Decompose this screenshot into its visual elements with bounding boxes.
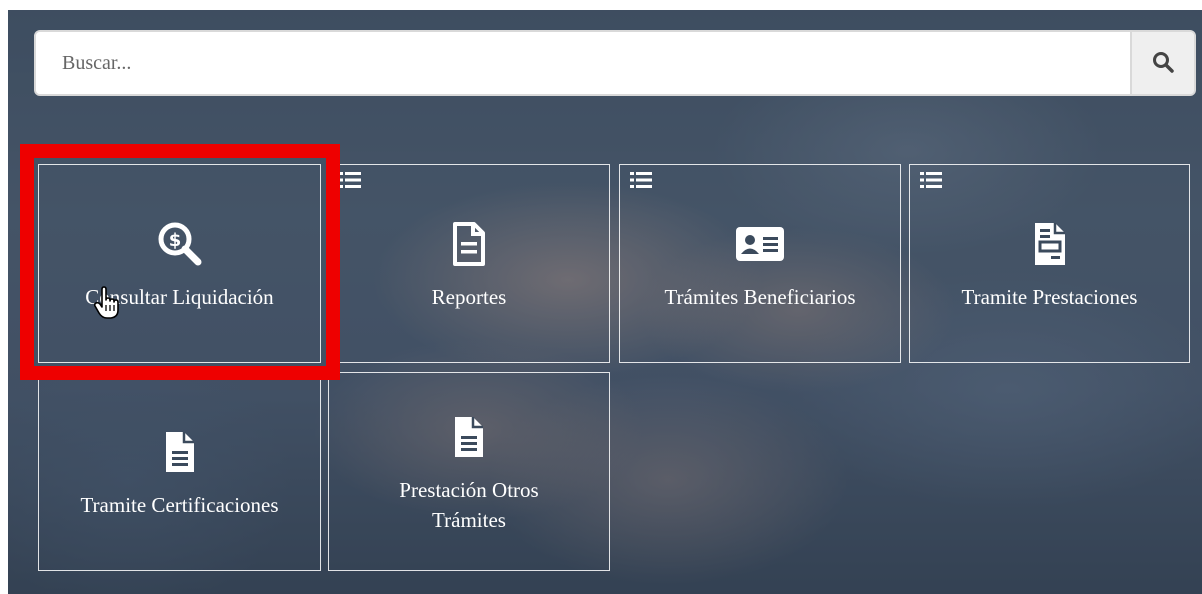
file-text-icon bbox=[453, 409, 485, 465]
search-input[interactable] bbox=[36, 32, 1130, 94]
tile-label: Prestación Otros Trámites bbox=[399, 477, 539, 532]
tile-tramites-beneficiarios[interactable]: Trámites Beneficiarios bbox=[619, 164, 901, 363]
svg-text:$: $ bbox=[168, 230, 181, 251]
tile-label: Trámites Beneficiarios bbox=[664, 284, 856, 309]
tile-reportes[interactable]: Reportes bbox=[328, 164, 610, 363]
search-icon bbox=[1151, 50, 1175, 77]
tile-label: Tramite Prestaciones bbox=[961, 284, 1138, 309]
tile-prestacion-otros-tramites[interactable]: Prestación Otros Trámites bbox=[328, 372, 610, 571]
file-text-icon bbox=[164, 424, 196, 480]
id-card-icon bbox=[735, 216, 785, 272]
file-text-icon bbox=[452, 216, 486, 272]
hand-cursor-icon bbox=[93, 286, 122, 325]
tile-label: Tramite Certificaciones bbox=[80, 492, 279, 517]
search-bar bbox=[34, 30, 1196, 96]
tile-tramite-prestaciones[interactable]: Tramite Prestaciones bbox=[909, 164, 1190, 363]
tile-consultar-liquidacion[interactable]: $ Consultar Liquidación bbox=[38, 164, 321, 363]
background-photo: $ Consultar Liquidación R bbox=[8, 10, 1202, 594]
tile-tramite-certificaciones[interactable]: Tramite Certificaciones bbox=[38, 372, 321, 571]
search-button[interactable] bbox=[1130, 32, 1194, 94]
tile-label: Reportes bbox=[431, 284, 507, 309]
file-invoice-icon bbox=[1033, 216, 1067, 272]
search-dollar-icon: $ bbox=[155, 216, 205, 272]
